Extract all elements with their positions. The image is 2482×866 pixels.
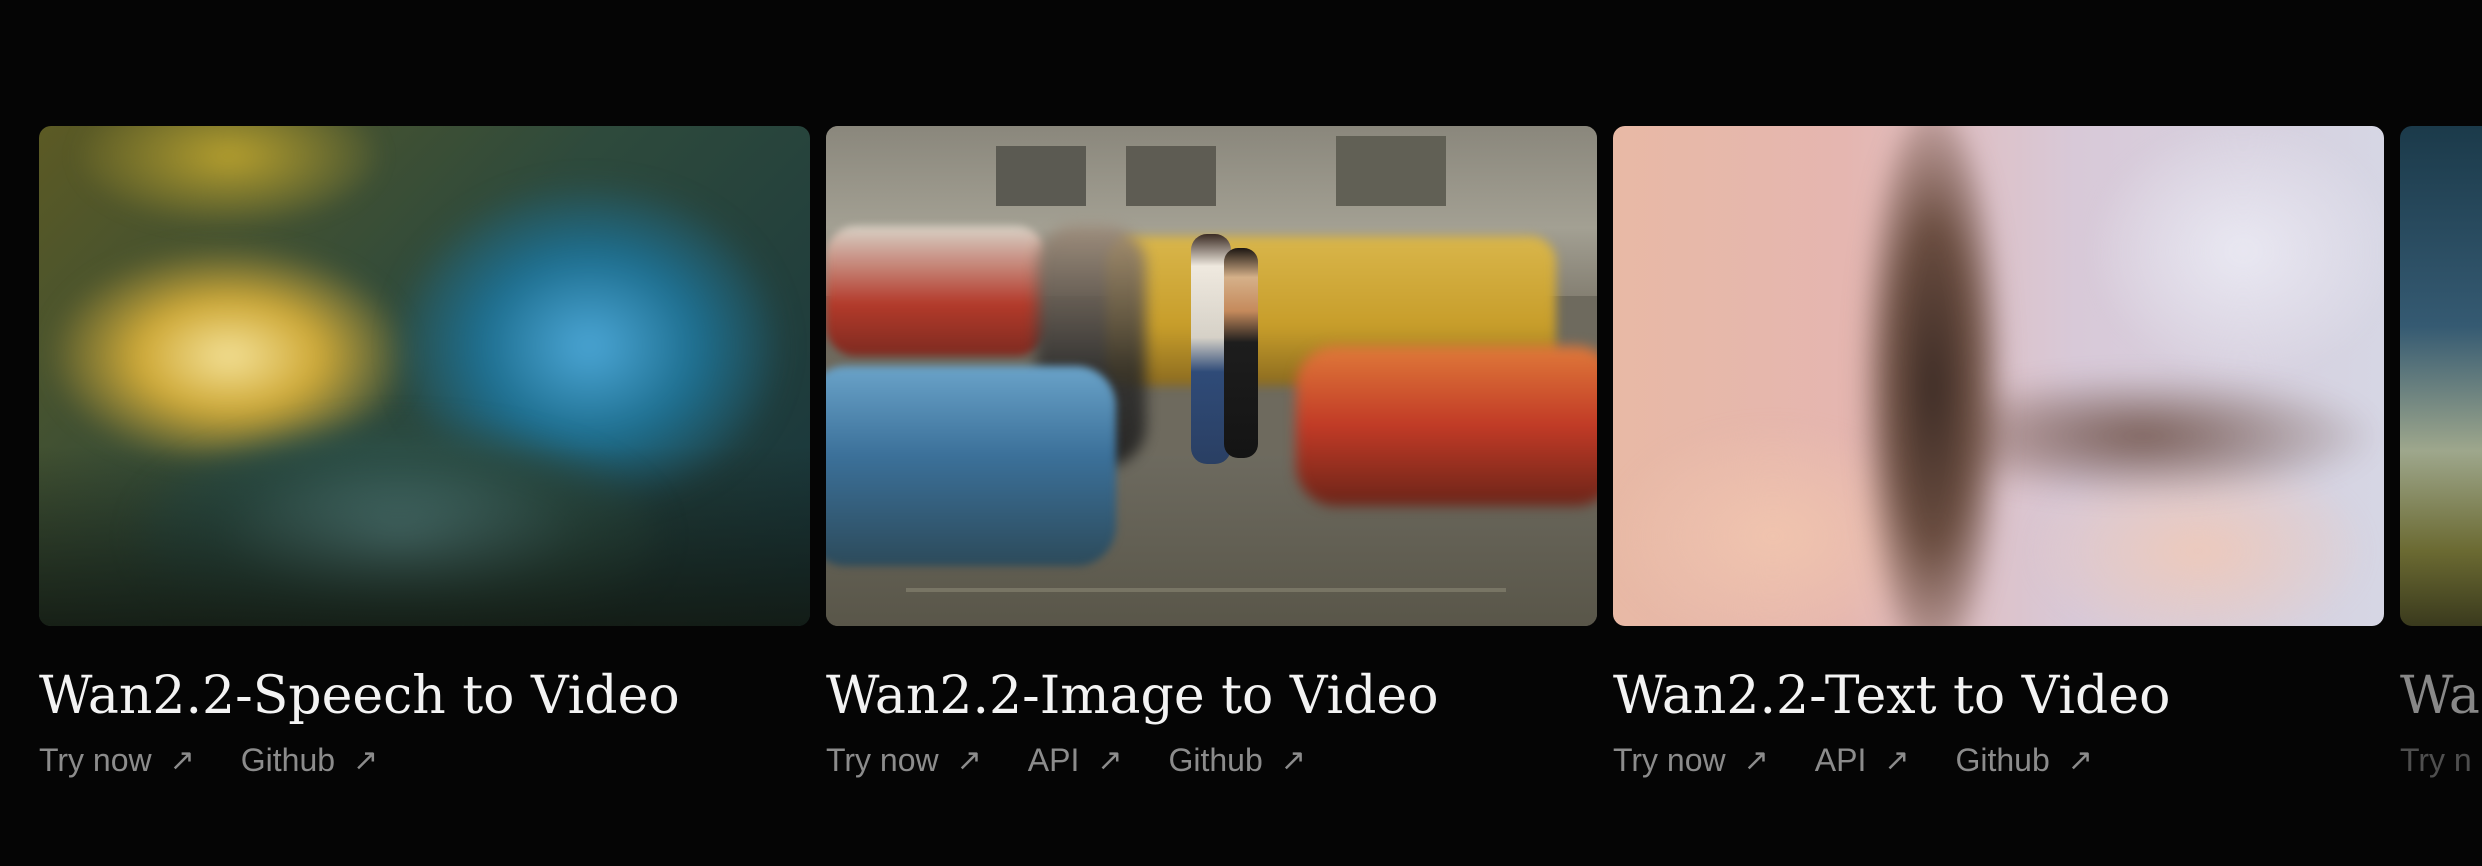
model-card-image-to-video: Wan2.2-Image to Video Try now ↗ API ↗ Gi… bbox=[826, 126, 1597, 779]
try-now-link[interactable]: Try now ↗ bbox=[826, 742, 982, 779]
github-link[interactable]: Github ↗ bbox=[1955, 742, 2092, 779]
link-label: Try now bbox=[1613, 742, 1726, 778]
link-label: API bbox=[1027, 742, 1080, 778]
github-link[interactable]: Github ↗ bbox=[1168, 742, 1305, 779]
video-thumbnail[interactable] bbox=[39, 126, 810, 626]
link-label: Try now bbox=[826, 742, 939, 778]
card-title: Wa bbox=[2400, 666, 2480, 726]
link-label: Github bbox=[1955, 742, 2050, 778]
arrow-up-right-icon: ↗ bbox=[2067, 743, 2093, 777]
link-label: Github bbox=[240, 742, 336, 778]
arrow-up-right-icon: ↗ bbox=[956, 743, 982, 777]
model-card-partial: Wa Try n bbox=[2400, 126, 2482, 779]
try-now-link[interactable]: Try now ↗ bbox=[1613, 742, 1769, 779]
model-card-text-to-video: Wan2.2-Text to Video Try now ↗ API ↗ Git… bbox=[1613, 126, 2384, 779]
link-label: API bbox=[1814, 742, 1867, 778]
arrow-up-right-icon: ↗ bbox=[1280, 743, 1306, 777]
arrow-up-right-icon: ↗ bbox=[1884, 743, 1910, 777]
card-links: Try n bbox=[2400, 742, 2482, 779]
video-thumbnail[interactable] bbox=[826, 126, 1597, 626]
card-title: Wan2.2-Text to Video bbox=[1613, 666, 2171, 726]
model-card-speech-to-video: Wan2.2-Speech to Video Try now ↗ Github … bbox=[39, 126, 810, 779]
link-label: Github bbox=[1168, 742, 1263, 778]
github-link[interactable]: Github ↗ bbox=[241, 742, 378, 779]
arrow-up-right-icon: ↗ bbox=[353, 743, 379, 777]
card-title: Wan2.2-Image to Video bbox=[826, 666, 1439, 726]
video-thumbnail[interactable] bbox=[2400, 126, 2482, 626]
link-label: Try now bbox=[39, 742, 152, 778]
video-thumbnail[interactable] bbox=[1613, 126, 2384, 626]
arrow-up-right-icon: ↗ bbox=[169, 743, 195, 777]
api-link[interactable]: API ↗ bbox=[1815, 742, 1910, 779]
try-now-link[interactable]: Try now ↗ bbox=[39, 742, 195, 779]
try-now-link[interactable]: Try n bbox=[2400, 742, 2472, 779]
card-links: Try now ↗ API ↗ Github ↗ bbox=[826, 742, 1597, 779]
arrow-up-right-icon: ↗ bbox=[1097, 743, 1123, 777]
link-label: Try n bbox=[2400, 742, 2472, 778]
card-links: Try now ↗ API ↗ Github ↗ bbox=[1613, 742, 2384, 779]
api-link[interactable]: API ↗ bbox=[1028, 742, 1123, 779]
model-card-carousel: Wan2.2-Speech to Video Try now ↗ Github … bbox=[0, 0, 2482, 866]
card-title: Wan2.2-Speech to Video bbox=[39, 666, 680, 726]
arrow-up-right-icon: ↗ bbox=[1743, 743, 1769, 777]
card-links: Try now ↗ Github ↗ bbox=[39, 742, 810, 779]
